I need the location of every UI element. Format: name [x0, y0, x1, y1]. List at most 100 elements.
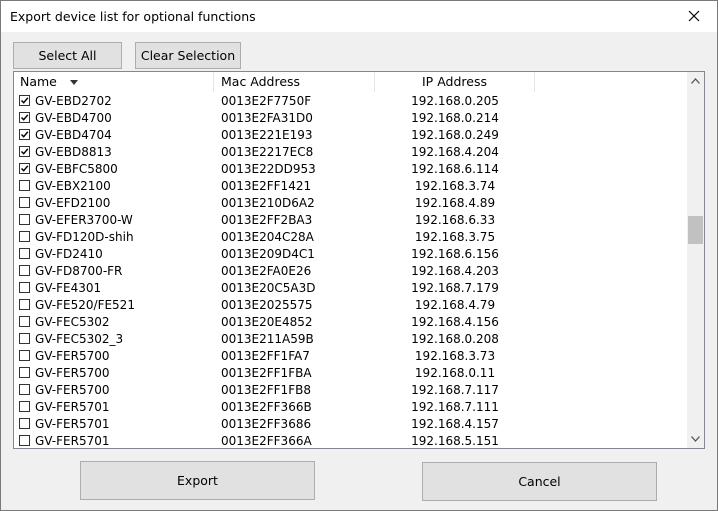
device-name: GV-FER5701 [35, 434, 110, 448]
row-checkbox[interactable] [19, 333, 30, 344]
mac-address: 0013E2FF1FBA [221, 366, 312, 380]
mac-address: 0013E2FA0E26 [221, 264, 312, 278]
mac-address: 0013E2FF1421 [221, 179, 312, 193]
device-name: GV-EBFC5800 [35, 162, 118, 176]
row-checkbox[interactable] [19, 248, 30, 259]
device-name: GV-EBD2702 [35, 94, 112, 108]
ip-address: 192.168.3.73 [414, 349, 496, 363]
row-checkbox[interactable] [19, 231, 30, 242]
ip-address: 192.168.5.151 [411, 434, 499, 448]
column-header-name[interactable]: Name [14, 72, 214, 92]
row-checkbox[interactable] [19, 418, 30, 429]
mac-address: 0013E2FF366B [221, 400, 312, 414]
table-row[interactable]: GV-FER5700 0013E2FF1FA7 192.168.3.73 [14, 348, 688, 365]
mac-address: 0013E210D6A2 [221, 196, 315, 210]
row-checkbox[interactable] [19, 435, 30, 446]
sort-descending-icon [70, 80, 78, 85]
device-name: GV-FD2410 [35, 247, 103, 261]
mac-address: 0013E20C5A3D [221, 281, 316, 295]
row-checkbox[interactable] [19, 129, 30, 140]
row-checkbox[interactable] [19, 197, 30, 208]
table-row[interactable]: GV-FER5700 0013E2FF1FBA 192.168.0.11 [14, 365, 688, 382]
table-row[interactable]: GV-FD2410 0013E209D4C1 192.168.6.156 [14, 246, 688, 263]
row-checkbox[interactable] [19, 180, 30, 191]
mac-address: 0013E2FF366A [221, 434, 312, 448]
mac-address: 0013E204C28A [221, 230, 314, 244]
chevron-down-icon [691, 435, 700, 442]
mac-address: 0013E211A59B [221, 332, 314, 346]
select-all-button[interactable]: Select All [13, 42, 122, 69]
column-header-name-label: Name [20, 74, 57, 89]
column-header-mac[interactable]: Mac Address [214, 72, 375, 92]
table-row[interactable]: GV-FD120D-shih 0013E204C28A 192.168.3.75 [14, 229, 688, 246]
row-checkbox[interactable] [19, 316, 30, 327]
row-checkbox[interactable] [19, 350, 30, 361]
table-row[interactable]: GV-EFD2100 0013E210D6A2 192.168.4.89 [14, 195, 688, 212]
table-row[interactable]: GV-EBD4704 0013E221E193 192.168.0.249 [14, 127, 688, 144]
scroll-down-button[interactable] [687, 430, 704, 447]
table-row[interactable]: GV-FE520/FE521 0013E2025575 192.168.4.79 [14, 297, 688, 314]
device-name: GV-EBD4700 [35, 111, 112, 125]
device-name: GV-FEC5302 [35, 315, 110, 329]
table-row[interactable]: GV-FEC5302_3 0013E211A59B 192.168.0.208 [14, 331, 688, 348]
table-row[interactable]: GV-FER5701 0013E2FF366A 192.168.5.151 [14, 433, 688, 448]
ip-address: 192.168.7.179 [411, 281, 499, 295]
ip-address: 192.168.0.249 [411, 128, 499, 142]
table-row[interactable]: GV-EBD4700 0013E2FA31D0 192.168.0.214 [14, 110, 688, 127]
checkmark-icon [20, 165, 29, 172]
close-button[interactable] [677, 3, 711, 29]
scroll-up-button[interactable] [687, 72, 704, 89]
table-row[interactable]: GV-FER5701 0013E2FF366B 192.168.7.111 [14, 399, 688, 416]
table-row[interactable]: GV-EBFC5800 0013E22DD953 192.168.6.114 [14, 161, 688, 178]
clear-selection-button[interactable]: Clear Selection [135, 42, 241, 69]
ip-address: 192.168.0.208 [411, 332, 499, 346]
table-row[interactable]: GV-FER5701 0013E2FF3686 192.168.4.157 [14, 416, 688, 433]
row-checkbox[interactable] [19, 282, 30, 293]
scrollbar-thumb[interactable] [688, 216, 703, 244]
mac-address: 0013E2FF1FB8 [221, 383, 311, 397]
vertical-scrollbar[interactable] [687, 72, 704, 448]
table-row[interactable]: GV-FEC5302 0013E20E4852 192.168.4.156 [14, 314, 688, 331]
close-icon [688, 10, 700, 22]
row-checkbox[interactable] [19, 401, 30, 412]
checkmark-icon [20, 131, 29, 138]
ip-address: 192.168.0.205 [411, 94, 499, 108]
ip-address: 192.168.0.11 [414, 366, 496, 380]
cancel-button[interactable]: Cancel [422, 462, 657, 501]
table-row[interactable]: GV-FD8700-FR 0013E2FA0E26 192.168.4.203 [14, 263, 688, 280]
device-name: GV-EBX2100 [35, 179, 111, 193]
checkmark-icon [20, 114, 29, 121]
table-row[interactable]: GV-EBD8813 0013E2217EC8 192.168.4.204 [14, 144, 688, 161]
list-header: Name Mac Address IP Address [14, 72, 688, 92]
ip-address: 192.168.4.156 [411, 315, 499, 329]
device-list: Name Mac Address IP Address GV-EBD2702 00… [13, 71, 705, 449]
table-row[interactable]: GV-FE4301 0013E20C5A3D 192.168.7.179 [14, 280, 688, 297]
table-row[interactable]: GV-FER5700 0013E2FF1FB8 192.168.7.117 [14, 382, 688, 399]
device-name: GV-FD8700-FR [35, 264, 123, 278]
column-header-ip[interactable]: IP Address [375, 72, 535, 92]
row-checkbox[interactable] [19, 299, 30, 310]
row-checkbox[interactable] [19, 163, 30, 174]
row-checkbox[interactable] [19, 95, 30, 106]
mac-address: 0013E2025575 [221, 298, 313, 312]
export-dialog: Export device list for optional function… [0, 0, 718, 511]
row-checkbox[interactable] [19, 265, 30, 276]
row-checkbox[interactable] [19, 367, 30, 378]
ip-address: 192.168.4.157 [411, 417, 499, 431]
mac-address: 0013E209D4C1 [221, 247, 315, 261]
checkmark-icon [20, 97, 29, 104]
row-checkbox[interactable] [19, 384, 30, 395]
export-button[interactable]: Export [80, 461, 315, 500]
row-checkbox[interactable] [19, 112, 30, 123]
ip-address: 192.168.4.79 [414, 298, 496, 312]
table-row[interactable]: GV-EFER3700-W 0013E2FF2BA3 192.168.6.33 [14, 212, 688, 229]
device-name: GV-FER5700 [35, 383, 110, 397]
ip-address: 192.168.4.89 [414, 196, 496, 210]
device-name: GV-FEC5302_3 [35, 332, 124, 346]
row-checkbox[interactable] [19, 214, 30, 225]
device-name: GV-FER5701 [35, 400, 110, 414]
ip-address: 192.168.0.214 [411, 111, 499, 125]
row-checkbox[interactable] [19, 146, 30, 157]
table-row[interactable]: GV-EBD2702 0013E2F7750F 192.168.0.205 [14, 93, 688, 110]
table-row[interactable]: GV-EBX2100 0013E2FF1421 192.168.3.74 [14, 178, 688, 195]
